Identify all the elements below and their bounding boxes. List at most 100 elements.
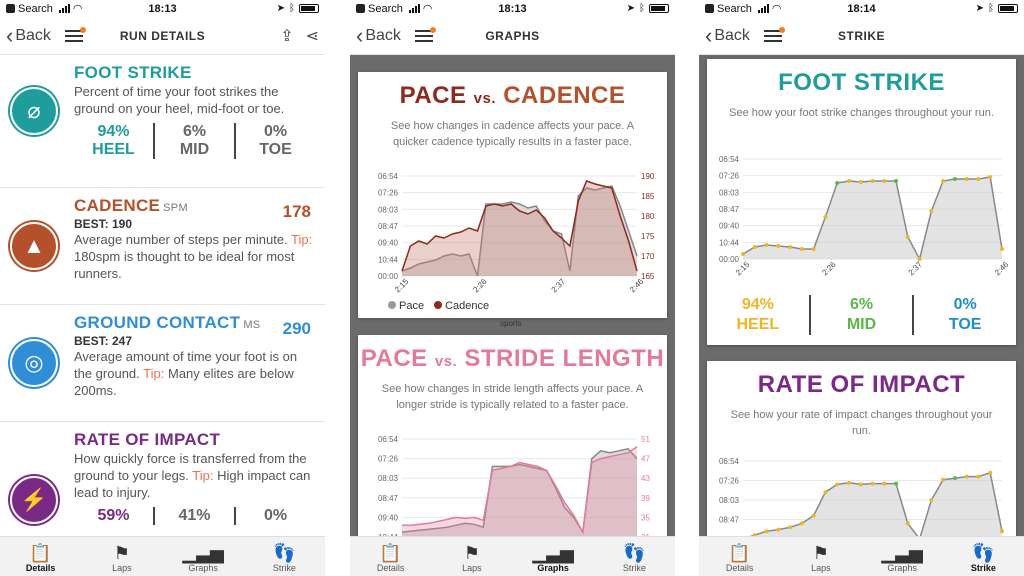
tab-label: Laps — [811, 563, 831, 573]
tab-label: Graphs — [887, 563, 917, 573]
impact-high-percent: 0% — [263, 507, 288, 524]
title-part-a: PACE — [360, 345, 428, 372]
data-point — [741, 252, 745, 256]
y-tick-label: 08:47 — [719, 516, 740, 525]
tab-label: Laps — [112, 563, 132, 573]
data-point — [894, 481, 899, 486]
legend-pace[interactable]: Pace — [388, 300, 424, 312]
y-tick-label: 00:00 — [378, 272, 399, 281]
back-to-app-label[interactable]: Search — [368, 3, 403, 15]
rate-of-impact-card[interactable]: RATE OF IMPACT See how your rate of impa… — [707, 361, 1016, 543]
signal-icon — [757, 4, 769, 13]
impact-desc: See how your rate of impact changes thro… — [730, 409, 993, 437]
data-point — [799, 247, 804, 251]
y-right-tick-label: 190 — [641, 172, 655, 181]
tab-strike[interactable]: 👣 Strike — [244, 537, 325, 576]
y-right-tick-label: 35 — [641, 513, 650, 522]
back-to-app-icon[interactable] — [705, 4, 714, 13]
y-tick-label: 06:54 — [378, 172, 399, 181]
tab-details[interactable]: 📋 Details — [0, 537, 81, 576]
tab-details[interactable]: 📋 Details — [350, 537, 431, 576]
tab-label: Strike — [272, 563, 296, 573]
data-point — [811, 247, 816, 251]
toe-label: TOE — [259, 141, 292, 158]
data-point — [776, 527, 781, 532]
menu-icon[interactable] — [763, 26, 785, 42]
toe-percent: 0% — [953, 296, 977, 313]
tab-laps[interactable]: ⚑ Laps — [780, 537, 861, 576]
back-button[interactable]: ‹ Back — [705, 24, 750, 47]
heel-percent: 94% — [741, 296, 774, 313]
tab-details[interactable]: 📋 Details — [699, 537, 780, 576]
mid-percent: 6% — [849, 296, 874, 313]
foot-strike-title: FOOT STRIKE — [74, 63, 192, 82]
ground-contact-section[interactable]: ◎ GROUND CONTACT MS 290 BEST: 247 Average… — [0, 305, 325, 422]
foot-strike-card[interactable]: FOOT STRIKE See how your foot strike cha… — [707, 59, 1016, 345]
notification-dot — [429, 26, 436, 33]
y-right-tick-label: 165 — [641, 272, 655, 281]
data-point — [858, 482, 863, 487]
data-point — [788, 245, 793, 249]
chevron-left-icon: ‹ — [6, 22, 14, 48]
tab-graphs[interactable]: ▁▃▅ Graphs — [163, 537, 244, 576]
tab-graphs[interactable]: ▁▃▅ Graphs — [862, 537, 943, 576]
title-part-b: STRIDE LENGTH — [464, 345, 665, 372]
foot-strike-section[interactable]: ⌀ FOOT STRIKE Percent of time your foot … — [0, 55, 325, 188]
back-to-app-icon[interactable] — [6, 4, 15, 13]
battery-icon — [998, 4, 1018, 13]
bar-chart-icon: ▁▃▅ — [182, 543, 224, 563]
checkered-flag-icon: ⚑ — [463, 543, 480, 563]
series-area-stride — [402, 446, 637, 537]
location-icon: ➤ — [276, 3, 285, 14]
foot-strike-breakdown: 94% HEEL 6% MID 0% TOE — [707, 295, 1016, 335]
export-icon[interactable]: ⇪ — [280, 26, 293, 46]
menu-icon[interactable] — [414, 26, 436, 42]
pace-cadence-card[interactable]: PACE vs. CADENCE See how changes in cade… — [358, 72, 667, 318]
back-button[interactable]: ‹ Back — [356, 24, 401, 47]
footprint-icon: 👣 — [273, 543, 296, 563]
battery-icon — [299, 4, 319, 13]
status-bar: Search ◠ 18:14 ➤ ᛒ — [699, 0, 1024, 17]
toe-label: TOE — [948, 316, 982, 333]
foot-strike-desc: See how your foot strike changes through… — [729, 107, 994, 119]
tab-graphs[interactable]: ▁▃▅ Graphs — [513, 537, 594, 576]
tab-label: Graphs — [188, 563, 218, 573]
impact-mid-percent: 41% — [178, 507, 211, 524]
bar-chart-icon: ▁▃▅ — [881, 543, 923, 563]
back-to-app-label[interactable]: Search — [717, 3, 752, 15]
toe-percent: 0% — [263, 123, 288, 140]
tab-laps[interactable]: ⚑ Laps — [81, 537, 162, 576]
menu-icon[interactable] — [64, 26, 86, 42]
signal-icon — [58, 4, 70, 13]
back-to-app-icon[interactable] — [356, 4, 365, 13]
data-point — [858, 180, 863, 184]
y-right-tick-label: 47 — [641, 455, 650, 464]
y-tick-label: 06:54 — [378, 435, 399, 444]
cadence-title: CADENCE — [74, 196, 161, 215]
strike-background: FOOT STRIKE See how your foot strike cha… — [699, 55, 1024, 543]
rate-of-impact-section[interactable]: ⚡ RATE OF IMPACT How quickly force is tr… — [0, 422, 325, 533]
data-point — [929, 498, 934, 502]
cadence-unit: SPM — [163, 202, 188, 214]
foot-strike-breakdown: 94% HEEL 6% MID 0% TOE — [74, 123, 315, 159]
data-point — [1000, 529, 1004, 534]
pace-stride-card[interactable]: PACE vs. STRIDE LENGTH See how changes i… — [358, 335, 667, 555]
data-point — [882, 179, 887, 183]
data-point — [976, 177, 981, 181]
cadence-section[interactable]: ▲ CADENCE SPM 178 BEST: 190 Average numbe… — [0, 188, 325, 305]
legend-cadence[interactable]: Cadence — [434, 300, 489, 312]
back-to-app-label[interactable]: Search — [18, 3, 53, 15]
footprint-icon: 👣 — [623, 543, 646, 563]
tab-strike[interactable]: 👣 Strike — [594, 537, 675, 576]
battery-icon — [649, 4, 669, 13]
watermark: sports — [500, 319, 522, 328]
wifi-icon: ◠ — [422, 3, 433, 15]
foot-icon: ⌀ — [10, 87, 58, 135]
data-point — [894, 179, 899, 183]
tab-strike[interactable]: 👣 Strike — [943, 537, 1024, 576]
data-point — [917, 257, 922, 261]
foot-strike-chart: 06:5407:2608:0308:4709:4010:4400:002:15 2… — [719, 155, 1011, 277]
back-button[interactable]: ‹ Back — [6, 22, 51, 48]
share-icon[interactable]: ⋖ — [306, 26, 319, 46]
tab-laps[interactable]: ⚑ Laps — [431, 537, 512, 576]
